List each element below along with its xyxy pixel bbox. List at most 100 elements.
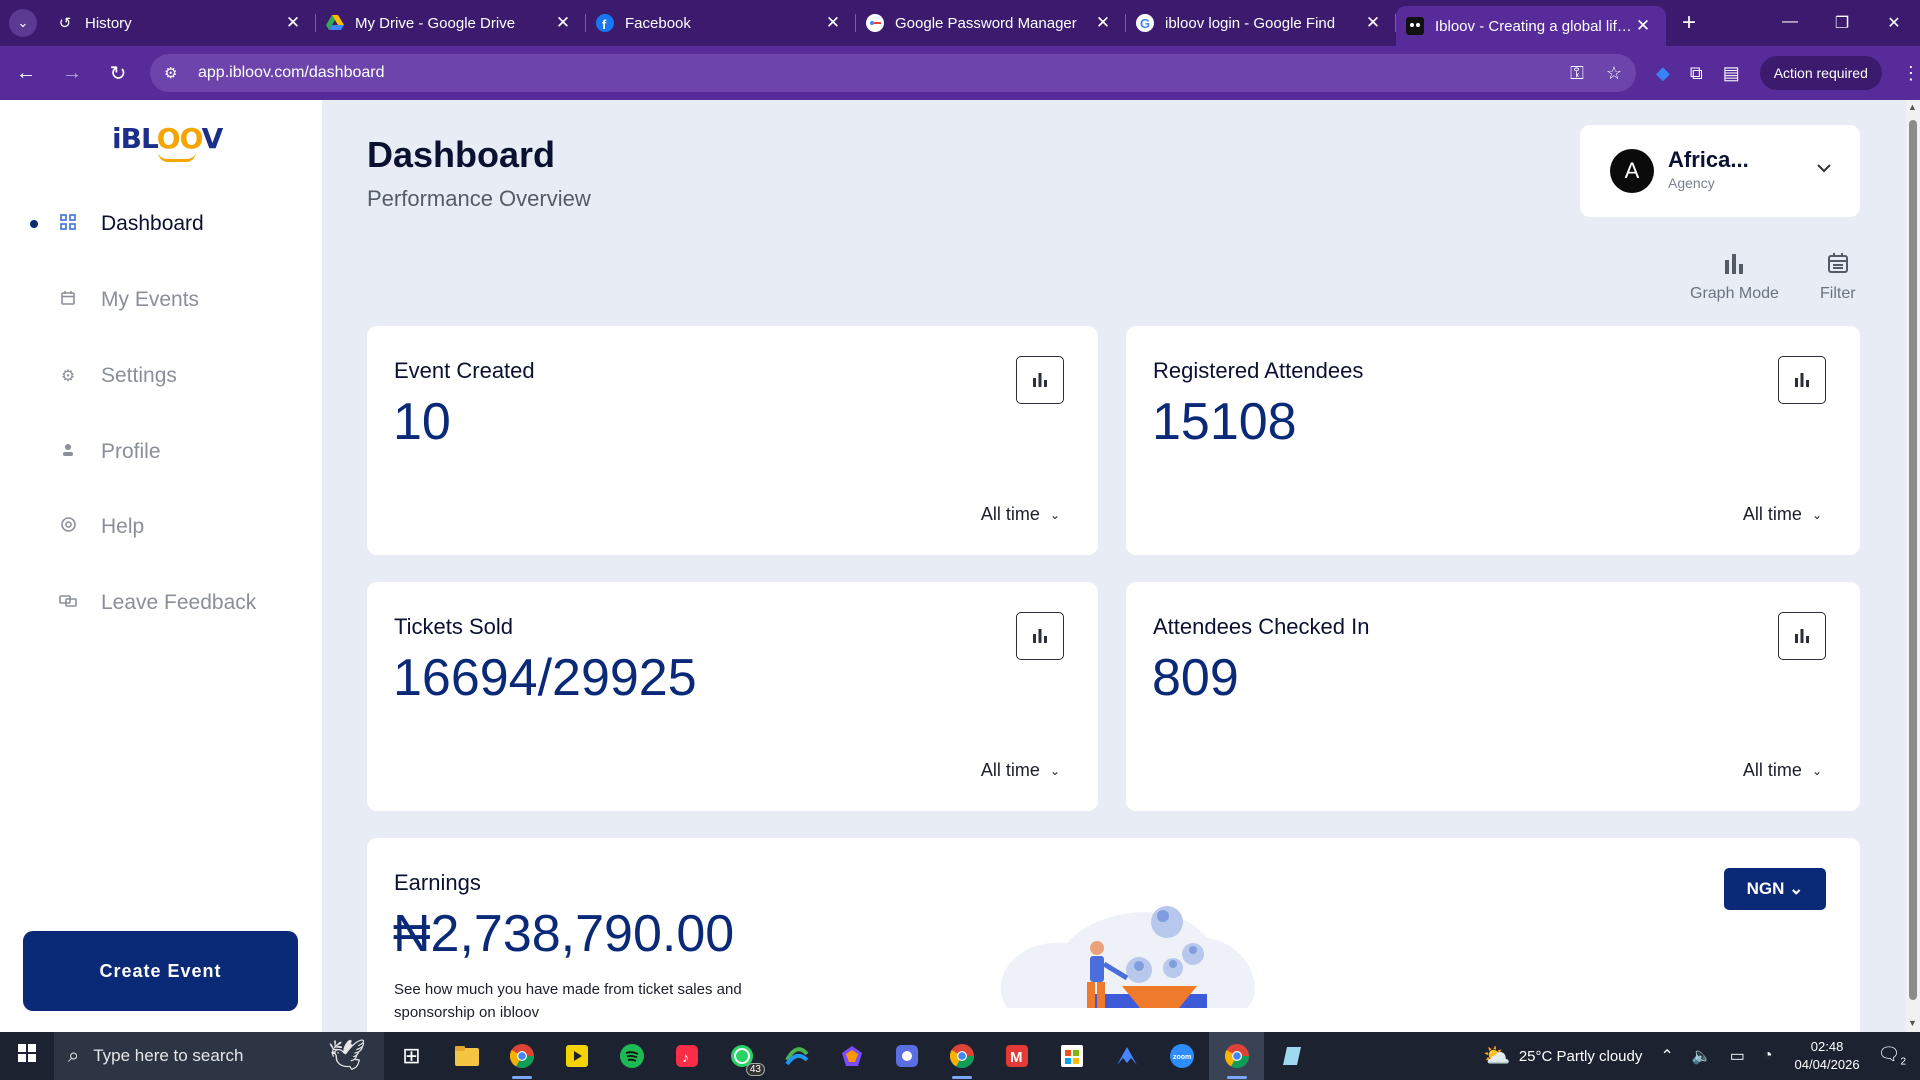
browser-tab-active[interactable]: Ibloov - Creating a global lifestyle ✕ xyxy=(1396,6,1666,46)
page-scrollbar[interactable]: ▲ ▼ xyxy=(1906,100,1920,1032)
page-subtitle: Performance Overview xyxy=(367,186,591,211)
browser-tab[interactable]: f Facebook ✕ xyxy=(586,0,856,46)
key-icon[interactable]: ⚿ xyxy=(1570,63,1584,84)
ibloov-icon xyxy=(1406,17,1424,35)
sidebar-item-profile[interactable]: Profile xyxy=(0,432,322,472)
pentagon-app-icon[interactable] xyxy=(824,1032,879,1080)
weather-text[interactable]: 25°C Partly cloudy xyxy=(1519,1048,1643,1065)
account-switcher[interactable]: A Africa... Agency xyxy=(1580,125,1860,217)
scrollbar-thumb[interactable] xyxy=(1909,120,1917,1000)
action-required-button[interactable]: Action required xyxy=(1759,56,1882,90)
extensions-puzzle-icon[interactable]: ⧉ xyxy=(1690,63,1703,84)
time-range-dropdown[interactable]: All time ⌄ xyxy=(1743,504,1822,525)
bar-chart-icon xyxy=(1033,629,1047,643)
gmail-m-icon[interactable]: M xyxy=(989,1032,1044,1080)
sidebar: iBLOOV Dashboard My Events ⚙ Settings Pr… xyxy=(0,100,322,1032)
reload-icon[interactable]: ↻ xyxy=(98,61,138,86)
zoom-icon[interactable]: zoom xyxy=(1154,1032,1209,1080)
chrome-icon[interactable] xyxy=(494,1032,549,1080)
sidebar-item-label: Profile xyxy=(101,440,161,463)
stat-card-tickets-sold: Tickets Sold 16694/29925 All time ⌄ xyxy=(367,582,1098,811)
time-range-dropdown[interactable]: All time ⌄ xyxy=(981,760,1060,781)
chrome-active-icon[interactable] xyxy=(1209,1032,1264,1080)
notes-app-icon[interactable] xyxy=(1264,1032,1319,1080)
phone-link-icon[interactable] xyxy=(879,1032,934,1080)
sidebar-item-leave-feedback[interactable]: Leave Feedback xyxy=(0,583,322,623)
media-player-icon[interactable] xyxy=(549,1032,604,1080)
sidebar-item-dashboard[interactable]: Dashboard xyxy=(0,204,322,244)
bar-chart-icon xyxy=(1033,373,1047,387)
extension-tag-icon[interactable]: ◆ xyxy=(1656,63,1670,84)
bar-chart-icon xyxy=(1795,629,1809,643)
chrome-profile-icon[interactable] xyxy=(934,1032,989,1080)
site-info-icon[interactable]: ⚙ xyxy=(164,64,184,82)
scroll-down-arrow-icon[interactable]: ▼ xyxy=(1908,1018,1917,1028)
battery-icon[interactable]: ▭ xyxy=(1730,1046,1745,1066)
file-explorer-icon[interactable] xyxy=(439,1032,494,1080)
task-view-icon[interactable]: ⊞ xyxy=(384,1032,439,1080)
browser-tab[interactable]: G ibloov login - Google Find ✕ xyxy=(1126,0,1396,46)
card-chart-button[interactable] xyxy=(1778,612,1826,660)
time-range-dropdown[interactable]: All time ⌄ xyxy=(1743,760,1822,781)
bookmark-star-icon[interactable]: ☆ xyxy=(1606,63,1622,84)
person-icon xyxy=(58,443,78,462)
more-menu-icon[interactable]: ⋮ xyxy=(1902,63,1920,84)
tab-search-button[interactable]: ⌄ xyxy=(0,0,46,46)
sidebar-item-label: Settings xyxy=(101,364,177,387)
sidebar-item-my-events[interactable]: My Events xyxy=(0,280,322,320)
close-tab-icon[interactable]: ✕ xyxy=(554,13,572,33)
minimize-icon[interactable]: — xyxy=(1764,13,1816,33)
notifications-icon[interactable]: 🗨2 xyxy=(1878,1044,1906,1068)
close-tab-icon[interactable]: ✕ xyxy=(284,13,302,33)
whatsapp-icon[interactable]: 43 xyxy=(714,1032,769,1080)
sidebar-item-help[interactable]: Help xyxy=(0,507,322,547)
address-bar[interactable]: ⚙ app.ibloov.com/dashboard ⚿ ☆ xyxy=(150,54,1636,92)
speaker-icon[interactable]: 🔈 xyxy=(1692,1046,1712,1066)
card-chart-button[interactable] xyxy=(1016,612,1064,660)
spotify-icon[interactable] xyxy=(604,1032,659,1080)
google-icon: G xyxy=(1136,14,1154,32)
browser-tab[interactable]: My Drive - Google Drive ✕ xyxy=(316,0,586,46)
scroll-up-arrow-icon[interactable]: ▲ xyxy=(1908,102,1917,112)
card-chart-button[interactable] xyxy=(1778,356,1826,404)
close-tab-icon[interactable]: ✕ xyxy=(824,13,842,33)
create-event-button[interactable]: Create Event xyxy=(23,931,298,1011)
grid-icon xyxy=(58,213,78,235)
url-text[interactable]: app.ibloov.com/dashboard xyxy=(198,64,1548,82)
browser-tab[interactable]: Google Password Manager ✕ xyxy=(856,0,1126,46)
chevron-down-icon: ⌄ xyxy=(9,9,37,37)
close-window-icon[interactable]: ✕ xyxy=(1868,13,1920,33)
wifi-icon[interactable]: ◔ xyxy=(1763,1047,1773,1065)
apple-music-icon[interactable]: ♪ xyxy=(659,1032,714,1080)
windows-start-icon[interactable] xyxy=(0,1044,54,1068)
currency-dropdown[interactable]: NGN ⌄ xyxy=(1724,868,1826,910)
close-tab-icon[interactable]: ✕ xyxy=(1634,16,1652,36)
currency-label: NGN xyxy=(1746,879,1785,898)
back-arrow-icon[interactable]: ← xyxy=(6,62,46,85)
close-tab-icon[interactable]: ✕ xyxy=(1094,13,1112,33)
forward-arrow-icon[interactable]: → xyxy=(52,62,92,85)
side-panel-icon[interactable]: ▤ xyxy=(1723,63,1740,84)
close-tab-icon[interactable]: ✕ xyxy=(1364,13,1382,33)
chevron-up-icon[interactable]: ⌃ xyxy=(1660,1046,1673,1066)
ibloov-logo[interactable]: iBLOOV xyxy=(112,122,223,162)
sidebar-item-settings[interactable]: ⚙ Settings xyxy=(0,356,322,396)
card-chart-button[interactable] xyxy=(1016,356,1064,404)
weather-partly-cloudy-icon[interactable]: ⛅ xyxy=(1483,1043,1510,1069)
tab-title: Ibloov - Creating a global lifestyle xyxy=(1435,17,1634,35)
colorful-app-icon[interactable] xyxy=(769,1032,824,1080)
nordvpn-icon[interactable] xyxy=(1099,1032,1154,1080)
graph-mode-button[interactable]: Graph Mode xyxy=(1690,252,1779,303)
maximize-icon[interactable]: ❐ xyxy=(1816,13,1868,33)
search-placeholder: Type here to search xyxy=(93,1046,244,1065)
browser-tab[interactable]: ↺ History ✕ xyxy=(46,0,316,46)
time-range-dropdown[interactable]: All time ⌄ xyxy=(981,504,1060,525)
clock[interactable]: 02:48 04/04/2026 xyxy=(1795,1038,1860,1074)
card-value: 809 xyxy=(1152,649,1239,707)
taskbar-search-input[interactable]: ⌕ Type here to search 🕊 xyxy=(54,1032,384,1080)
clock-time: 02:48 xyxy=(1810,1039,1844,1054)
microsoft-store-icon[interactable] xyxy=(1044,1032,1099,1080)
filter-button[interactable]: Filter xyxy=(1820,252,1856,303)
new-tab-button[interactable]: + xyxy=(1666,9,1712,37)
range-label: All time xyxy=(1742,760,1802,780)
